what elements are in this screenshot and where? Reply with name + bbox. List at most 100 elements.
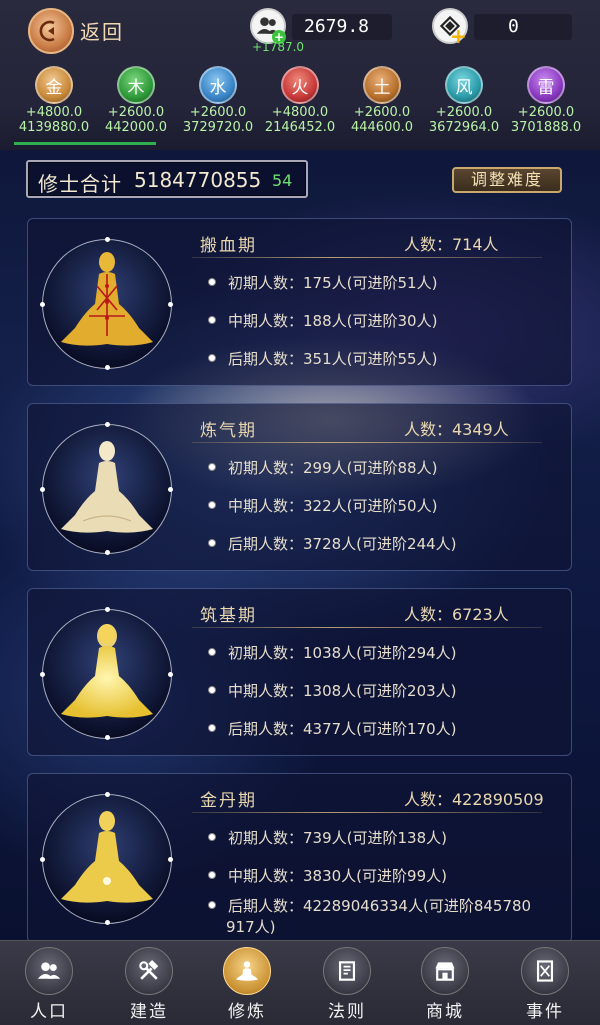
cultivator-total-label: 修士合计 — [38, 172, 122, 196]
elements-row: 金 +4800.0 4139880.0 木 +2600.0 442000.0 水… — [0, 66, 600, 142]
back-button[interactable] — [28, 8, 74, 54]
bullet-icon — [208, 723, 216, 732]
element-total: 442000.0 — [104, 120, 168, 135]
realm-divider — [192, 257, 542, 258]
tools-icon — [125, 947, 173, 995]
nav-label: 建造 — [130, 1002, 168, 1022]
meditation-figure-glowing-icon — [40, 607, 173, 740]
element-total: 444600.0 — [350, 120, 414, 135]
stage-late: 后期人数：3728人(可进阶244人) — [208, 534, 457, 554]
element-thunder[interactable]: 雷 +2600.0 3701888.0 — [504, 66, 588, 135]
metal-orb-icon: 金 — [35, 66, 73, 104]
element-total: 4139880.0 — [18, 120, 90, 135]
adjust-difficulty-button[interactable]: 调整难度 — [452, 167, 562, 193]
element-fire[interactable]: 火 +4800.0 2146452.0 — [258, 66, 342, 135]
stage-late-continued: 917人) — [226, 918, 276, 936]
meditation-figure-red-meridian-icon — [40, 237, 173, 370]
nav-label: 法则 — [328, 1002, 366, 1022]
bullet-icon — [208, 462, 216, 471]
meditate-icon — [223, 947, 271, 995]
stage-late: 后期人数：351人(可进阶55人) — [208, 349, 437, 369]
stage-early: 初期人数：1038人(可进阶294人) — [208, 643, 457, 663]
stage-middle: 中期人数：1308人(可进阶203人) — [208, 681, 457, 701]
nav-population[interactable]: 人口 — [4, 947, 94, 1022]
shop-icon — [421, 947, 469, 995]
realm-divider — [192, 442, 542, 443]
element-wood[interactable]: 木 +2600.0 442000.0 — [94, 66, 178, 135]
element-metal[interactable]: 金 +4800.0 4139880.0 — [12, 66, 96, 135]
bullet-icon — [208, 900, 216, 909]
element-rate: +2600.0 — [107, 105, 165, 120]
element-total: 2146452.0 — [264, 120, 336, 135]
realm-count: 人数：6723人 — [404, 605, 509, 624]
scroll-icon — [323, 947, 371, 995]
elements-progress-underline — [14, 142, 156, 145]
element-wind[interactable]: 风 +2600.0 3672964.0 — [422, 66, 506, 135]
realm-count: 人数：4349人 — [404, 420, 509, 439]
element-total: 3729720.0 — [182, 120, 254, 135]
element-rate: +4800.0 — [271, 105, 329, 120]
thunder-orb-icon: 雷 — [527, 66, 565, 104]
meditation-figure-golden-core-icon — [40, 792, 173, 925]
nav-laws[interactable]: 法则 — [302, 947, 392, 1022]
bullet-icon — [208, 685, 216, 694]
realm-name: 金丹期 — [200, 791, 257, 811]
back-arrow-icon — [39, 20, 55, 42]
element-rate: +2600.0 — [517, 105, 575, 120]
bullet-icon — [208, 500, 216, 509]
stage-late: 后期人数：4377人(可进阶170人) — [208, 719, 457, 739]
stage-middle: 中期人数：322人(可进阶50人) — [208, 496, 437, 516]
nav-build[interactable]: 建造 — [104, 947, 194, 1022]
population-delta: +1787.0 — [252, 40, 305, 54]
earth-orb-icon: 土 — [363, 66, 401, 104]
stage-middle: 中期人数：188人(可进阶30人) — [208, 311, 437, 331]
water-orb-icon: 水 — [199, 66, 237, 104]
back-label[interactable]: 返回 — [80, 16, 124, 45]
bullet-icon — [208, 353, 216, 362]
element-rate: +2600.0 — [435, 105, 493, 120]
realm-card-banxue[interactable]: 搬血期 人数：714人 初期人数：175人(可进阶51人) 中期人数：188人(… — [27, 218, 572, 386]
bullet-icon — [208, 315, 216, 324]
nav-label: 修炼 — [228, 1002, 266, 1022]
nav-label: 事件 — [526, 1002, 564, 1022]
nav-label: 商城 — [426, 1002, 464, 1022]
realm-card-lianqi[interactable]: 炼气期 人数：4349人 初期人数：299人(可进阶88人) 中期人数：322人… — [27, 403, 572, 571]
nav-label: 人口 — [30, 1002, 68, 1022]
stage-early: 初期人数：299人(可进阶88人) — [208, 458, 437, 478]
realm-name: 搬血期 — [200, 236, 257, 256]
realm-name: 炼气期 — [200, 421, 257, 441]
cultivator-total-delta: 54 — [272, 171, 293, 190]
element-rate: +2600.0 — [189, 105, 247, 120]
top-bar: 返回 + 2679.8 +1787.0 + 0 金 +4800.0 413988… — [0, 0, 600, 150]
nav-cultivate[interactable]: 修炼 — [202, 947, 292, 1022]
bullet-icon — [208, 277, 216, 286]
currency-plus-icon[interactable]: + — [450, 24, 467, 48]
realm-divider — [192, 812, 542, 813]
element-rate: +4800.0 — [25, 105, 83, 120]
realm-divider — [192, 627, 542, 628]
nav-shop[interactable]: 商城 — [400, 947, 490, 1022]
bullet-icon — [208, 647, 216, 656]
realm-count: 人数：714人 — [404, 235, 499, 254]
realm-card-jindan[interactable]: 金丹期 人数：422890509 初期人数：739人(可进阶138人) 中期人数… — [27, 773, 572, 943]
meditation-figure-pale-icon — [40, 422, 173, 555]
stage-early: 初期人数：739人(可进阶138人) — [208, 828, 447, 848]
element-rate: +2600.0 — [353, 105, 411, 120]
stage-early: 初期人数：175人(可进阶51人) — [208, 273, 437, 293]
realm-card-zhuji[interactable]: 筑基期 人数：6723人 初期人数：1038人(可进阶294人) 中期人数：13… — [27, 588, 572, 756]
stage-middle: 中期人数：3830人(可进阶99人) — [208, 866, 447, 886]
people-icon — [25, 947, 73, 995]
bullet-icon — [208, 832, 216, 841]
element-total: 3672964.0 — [428, 120, 500, 135]
realm-name: 筑基期 — [200, 606, 257, 626]
element-water[interactable]: 水 +2600.0 3729720.0 — [176, 66, 260, 135]
wood-orb-icon: 木 — [117, 66, 155, 104]
bullet-icon — [208, 870, 216, 879]
nav-events[interactable]: 事件 — [500, 947, 590, 1022]
stage-late: 后期人数：42289046334人(可进阶845780 — [208, 896, 531, 916]
fire-orb-icon: 火 — [281, 66, 319, 104]
event-icon — [521, 947, 569, 995]
bullet-icon — [208, 538, 216, 547]
element-earth[interactable]: 土 +2600.0 444600.0 — [340, 66, 424, 135]
realm-count: 人数：422890509 — [404, 790, 544, 809]
